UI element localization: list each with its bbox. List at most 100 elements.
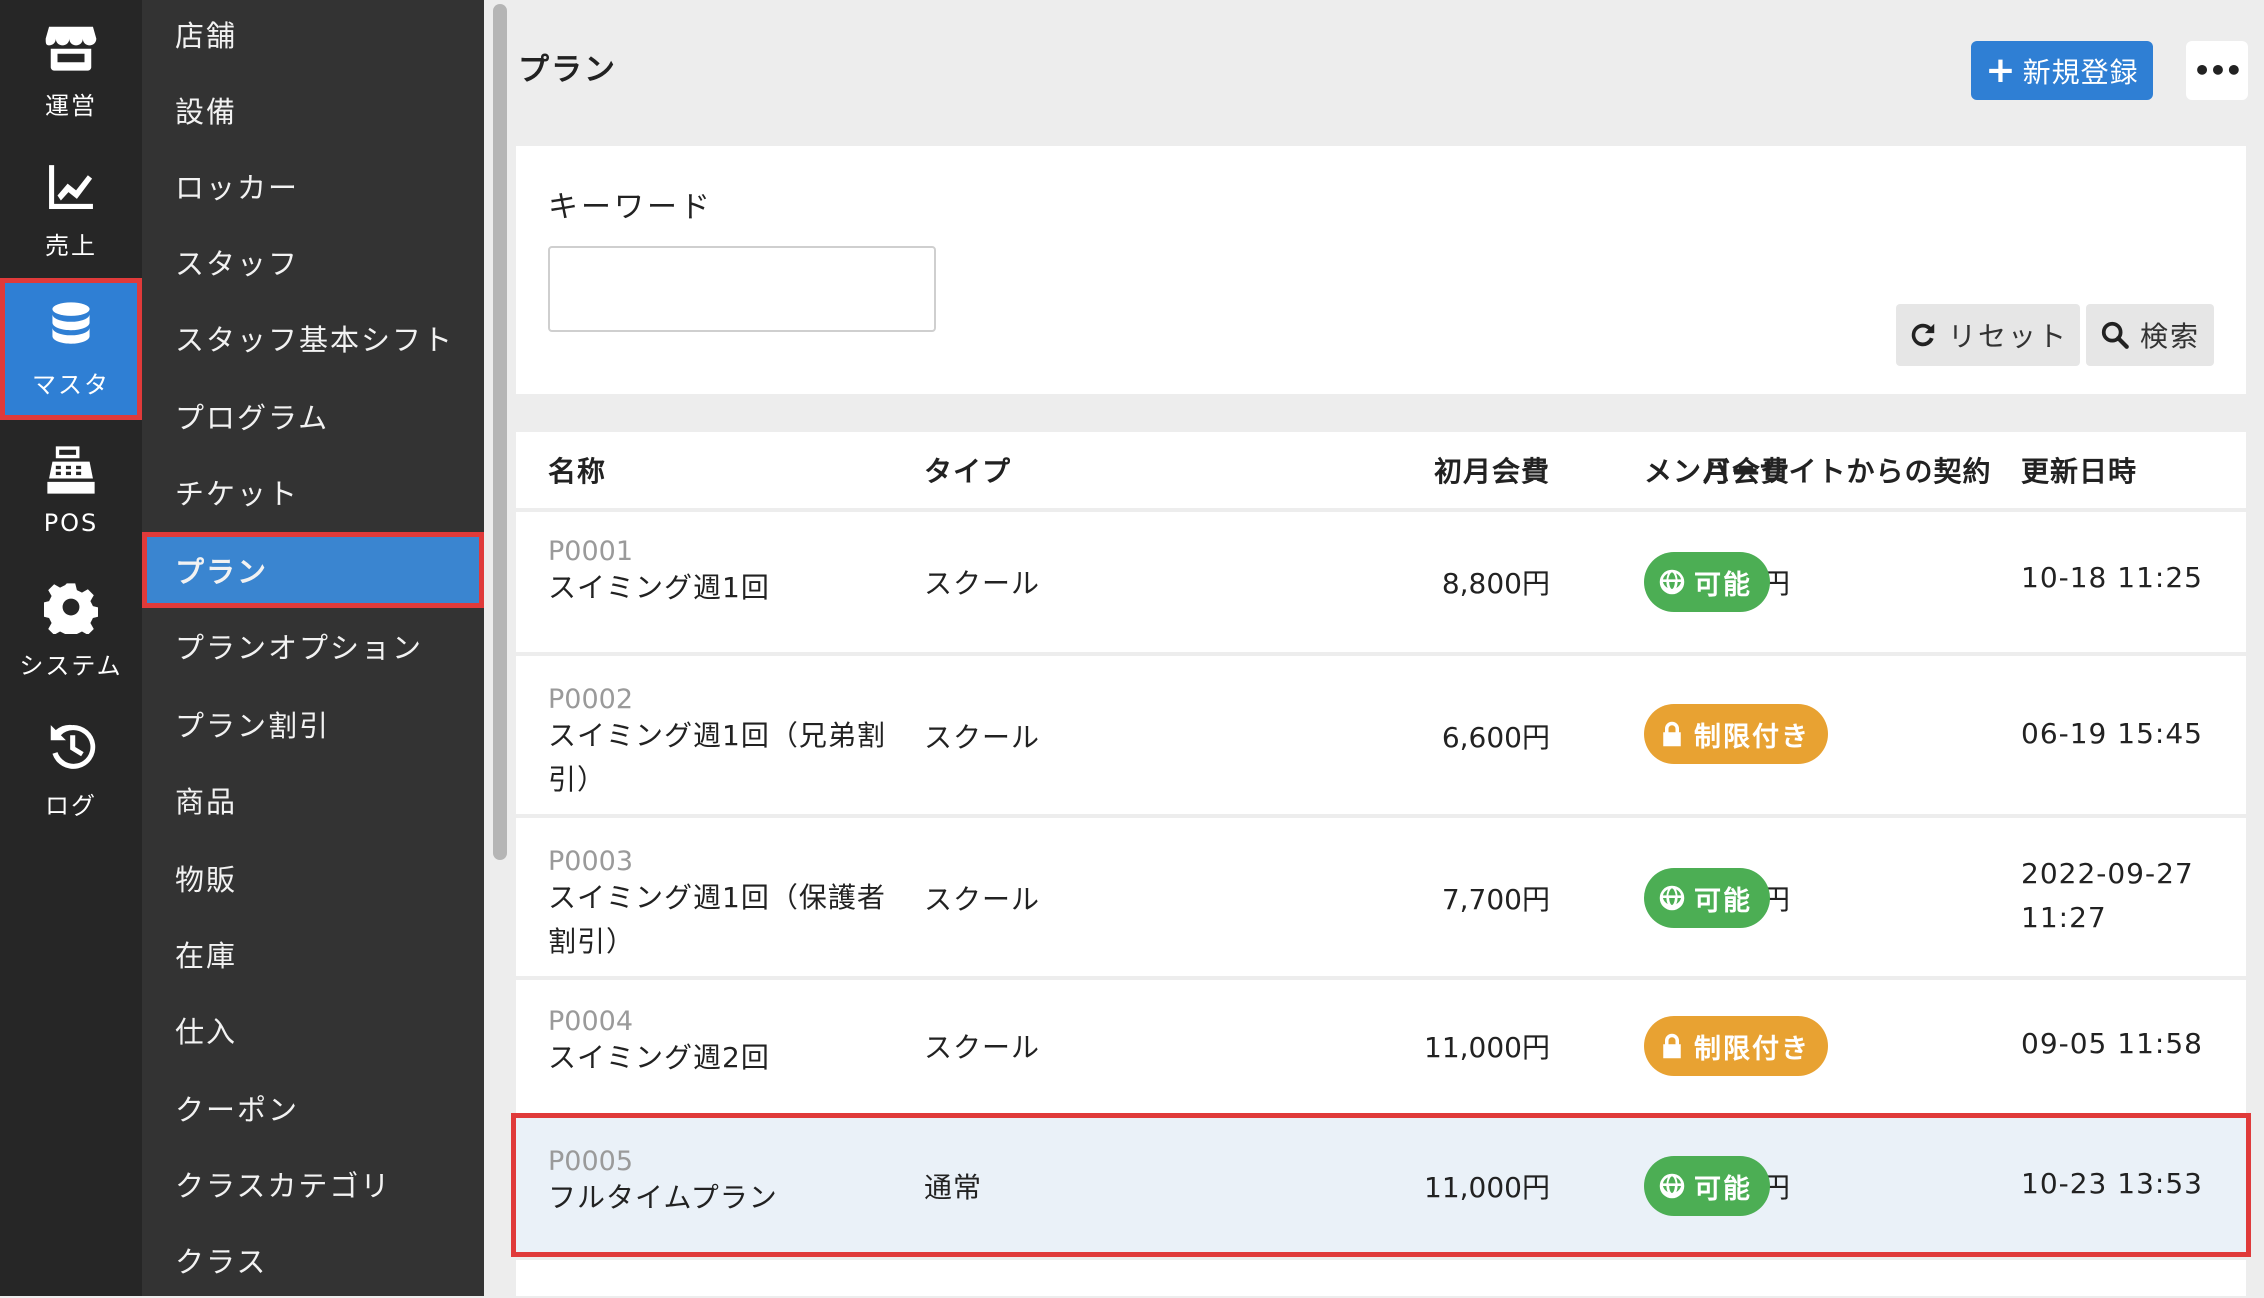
- submenu-item-staff[interactable]: スタッフ: [142, 224, 484, 300]
- contract-status-label: 可能: [1694, 1173, 1752, 1205]
- first-month-fee: 11,000円: [1424, 1031, 1550, 1064]
- contract-status-label: 制限付き: [1694, 1033, 1810, 1065]
- lock-icon: [1663, 1033, 1681, 1059]
- search-panel: キーワード リセット 検索: [516, 146, 2246, 394]
- submenu-item-class[interactable]: クラス: [142, 1222, 484, 1298]
- table-row[interactable]: P0004 スイミング週2回 スクール 11,000円 11,000円 制限付き…: [516, 980, 2246, 1114]
- updated-at: 10-18 11:25: [2021, 561, 2203, 594]
- rail-item-pos[interactable]: POS: [0, 420, 142, 560]
- submenu-item-class-category[interactable]: クラスカテゴリ: [142, 1146, 484, 1222]
- more-options-button[interactable]: •••: [2186, 41, 2248, 100]
- globe-icon: [1659, 885, 1685, 911]
- plan-type: スクール: [924, 721, 1041, 754]
- contract-status-badge: 制限付き: [1644, 1016, 1828, 1076]
- globe-icon: [1659, 1173, 1685, 1199]
- submenu-item-product[interactable]: 商品: [142, 762, 484, 838]
- rail-label: 売上: [45, 231, 97, 260]
- contract-status-label: 可能: [1694, 569, 1752, 601]
- submenu-item-plan-option[interactable]: プランオプション: [142, 608, 484, 684]
- table-header-row: 名称 タイプ 初月会費 月会費 メンバーサイトからの契約 更新日時: [516, 432, 2246, 508]
- rail-item-system[interactable]: システム: [0, 560, 142, 700]
- submenu-item-staff-shift[interactable]: スタッフ基本シフト: [142, 300, 484, 376]
- rail-item-sales[interactable]: 売上: [0, 140, 142, 280]
- new-registration-button[interactable]: + 新規登録: [1971, 41, 2153, 100]
- table-row-highlighted[interactable]: P0005 フルタイムプラン 通常 11,000円 11,000円 可能 10-…: [511, 1113, 2251, 1257]
- submenu-item-ticket[interactable]: チケット: [142, 454, 484, 530]
- rail-item-operations[interactable]: 運営: [0, 0, 142, 140]
- sidebar-scrollbar-thumb[interactable]: [493, 4, 507, 860]
- submenu-item-merchandise[interactable]: 物販: [142, 840, 484, 916]
- reset-label: リセット: [1947, 320, 2068, 353]
- plan-name[interactable]: スイミング週2回: [548, 1036, 898, 1080]
- contract-status-label: 可能: [1694, 885, 1752, 917]
- submenu-item-purchase[interactable]: 仕入: [142, 992, 484, 1068]
- submenu-item-inventory[interactable]: 在庫: [142, 916, 484, 992]
- plan-name[interactable]: スイミング週1回（保護者割引）: [548, 876, 898, 964]
- rail-label: 運営: [45, 91, 97, 120]
- rail-label: ログ: [45, 791, 97, 820]
- cash-register-icon: [47, 446, 95, 494]
- updated-at: 2022-09-27 11:27: [2021, 857, 2194, 934]
- master-submenu: 店舗 設備 ロッカー スタッフ スタッフ基本シフト プログラム チケット プラン…: [142, 0, 484, 1296]
- updated-at: 10-23 13:53: [2021, 1167, 2203, 1200]
- rail-label: POS: [43, 509, 99, 537]
- column-header-first-fee[interactable]: 初月会費: [1256, 432, 1550, 508]
- plan-code: P0003: [548, 846, 633, 877]
- database-icon: [52, 301, 90, 344]
- contract-status-label: 制限付き: [1694, 721, 1810, 753]
- plan-name[interactable]: スイミング週1回: [548, 566, 898, 610]
- page-title: プラン: [518, 52, 617, 88]
- submenu-item-plan[interactable]: プラン: [142, 532, 484, 608]
- column-header-type[interactable]: タイプ: [924, 432, 1011, 508]
- contract-status-badge: 制限付き: [1644, 704, 1828, 764]
- plan-type: スクール: [924, 1031, 1041, 1064]
- plan-code: P0001: [548, 536, 633, 567]
- updated-at: 09-05 11:58: [2021, 1027, 2203, 1060]
- plan-name[interactable]: スイミング週1回（兄弟割引）: [548, 714, 898, 802]
- keyword-input[interactable]: [548, 246, 936, 332]
- table-row[interactable]: P0003 スイミング週1回（保護者割引） スクール 7,700円 7,700円…: [516, 818, 2246, 976]
- submenu-item-plan-discount[interactable]: プラン割引: [142, 686, 484, 762]
- plan-name[interactable]: フルタイムプラン: [548, 1176, 898, 1220]
- history-icon: [50, 724, 96, 769]
- plan-type: 通常: [924, 1171, 983, 1204]
- ellipsis-icon: •••: [2193, 54, 2243, 87]
- new-registration-label: 新規登録: [2022, 55, 2139, 89]
- reset-button[interactable]: リセット: [1896, 304, 2080, 366]
- chart-line-icon: [49, 164, 93, 209]
- contract-status-badge: 可能: [1644, 552, 1770, 612]
- gear-icon: [44, 582, 98, 634]
- table-row[interactable]: P0002 スイミング週1回（兄弟割引） スクール 6,600円 6,600円 …: [516, 656, 2246, 814]
- column-header-updated[interactable]: 更新日時: [2021, 432, 2137, 508]
- first-month-fee: 11,000円: [1424, 1171, 1550, 1204]
- plan-code: P0004: [548, 1006, 633, 1037]
- table-row[interactable]: [516, 1260, 2246, 1296]
- plan-type: スクール: [924, 883, 1041, 916]
- plan-code: P0005: [548, 1146, 633, 1177]
- rail-label: システム: [19, 651, 123, 680]
- first-month-fee: 7,700円: [1441, 883, 1550, 916]
- first-month-fee: 6,600円: [1441, 721, 1550, 754]
- search-button[interactable]: 検索: [2086, 304, 2214, 366]
- globe-icon: [1659, 569, 1685, 595]
- search-icon: [2101, 321, 2129, 349]
- column-header-name[interactable]: 名称: [548, 432, 606, 508]
- keyword-label: キーワード: [548, 190, 713, 225]
- contract-status-badge: 可能: [1644, 868, 1770, 928]
- column-header-member-contract[interactable]: メンバーサイトからの契約: [1644, 432, 1991, 508]
- contract-status-badge: 可能: [1644, 1156, 1770, 1216]
- plus-icon: +: [1985, 49, 2017, 91]
- rail-item-log[interactable]: ログ: [0, 700, 142, 840]
- store-icon: [45, 26, 97, 71]
- rail-label: マスタ: [32, 370, 110, 399]
- submenu-item-store[interactable]: 店舗: [142, 0, 484, 72]
- search-label: 検索: [2139, 320, 2200, 353]
- submenu-item-program[interactable]: プログラム: [142, 378, 484, 454]
- submenu-item-coupon[interactable]: クーポン: [142, 1070, 484, 1146]
- table-row[interactable]: P0001 スイミング週1回 スクール 8,800円 8,800円 可能 10-…: [516, 512, 2246, 652]
- submenu-item-locker[interactable]: ロッカー: [142, 148, 484, 224]
- first-month-fee: 8,800円: [1441, 567, 1550, 600]
- submenu-item-equipment[interactable]: 設備: [142, 72, 484, 148]
- updated-at: 06-19 15:45: [2021, 717, 2203, 750]
- rail-item-master[interactable]: マスタ: [0, 278, 142, 420]
